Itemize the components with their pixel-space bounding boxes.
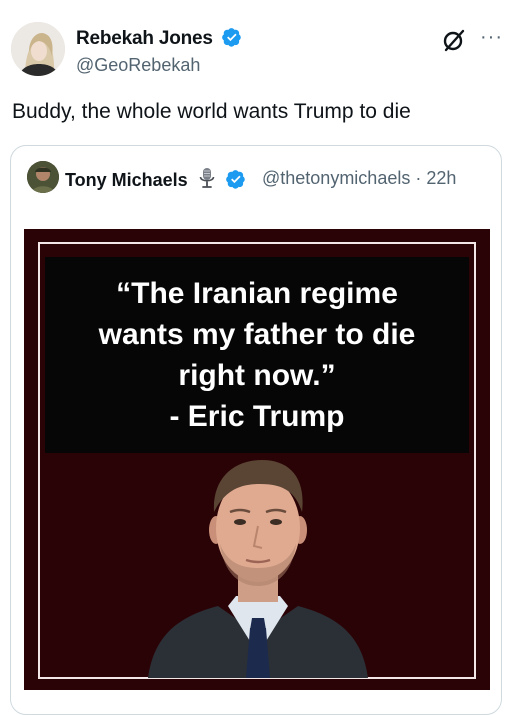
verified-badge-icon[interactable] — [225, 169, 246, 194]
image-quote-line: right now.” — [178, 359, 336, 392]
image-quote-line: “The Iranian regime — [116, 277, 398, 310]
author-name-text[interactable]: Rebekah Jones — [76, 28, 213, 49]
quoted-author-avatar[interactable] — [27, 161, 59, 193]
verified-badge-icon[interactable] — [222, 27, 242, 53]
image-quote-box: “The Iranian regime wants my father to d… — [45, 257, 469, 453]
author-handle[interactable]: @GeoRebekah — [76, 55, 200, 76]
quoted-post-image[interactable]: “The Iranian regime wants my father to d… — [24, 229, 490, 690]
more-options-icon[interactable]: ··· — [480, 26, 503, 49]
author-name[interactable]: Rebekah Jones — [76, 27, 242, 53]
quoted-author-name[interactable]: Tony Michaels — [65, 167, 246, 194]
image-quote-line: - Eric Trump — [169, 400, 345, 433]
grok-icon[interactable] — [442, 28, 466, 52]
microphone-icon — [197, 167, 217, 194]
post-text: Buddy, the whole world wants Trump to di… — [12, 100, 411, 123]
quoted-author-name-text[interactable]: Tony Michaels — [65, 170, 188, 190]
image-quote-line: wants my father to die — [98, 318, 416, 351]
portrait-photo — [140, 456, 376, 678]
quoted-author-handle-time[interactable]: @thetonymichaels · 22h — [262, 168, 456, 189]
author-avatar[interactable] — [11, 22, 65, 76]
